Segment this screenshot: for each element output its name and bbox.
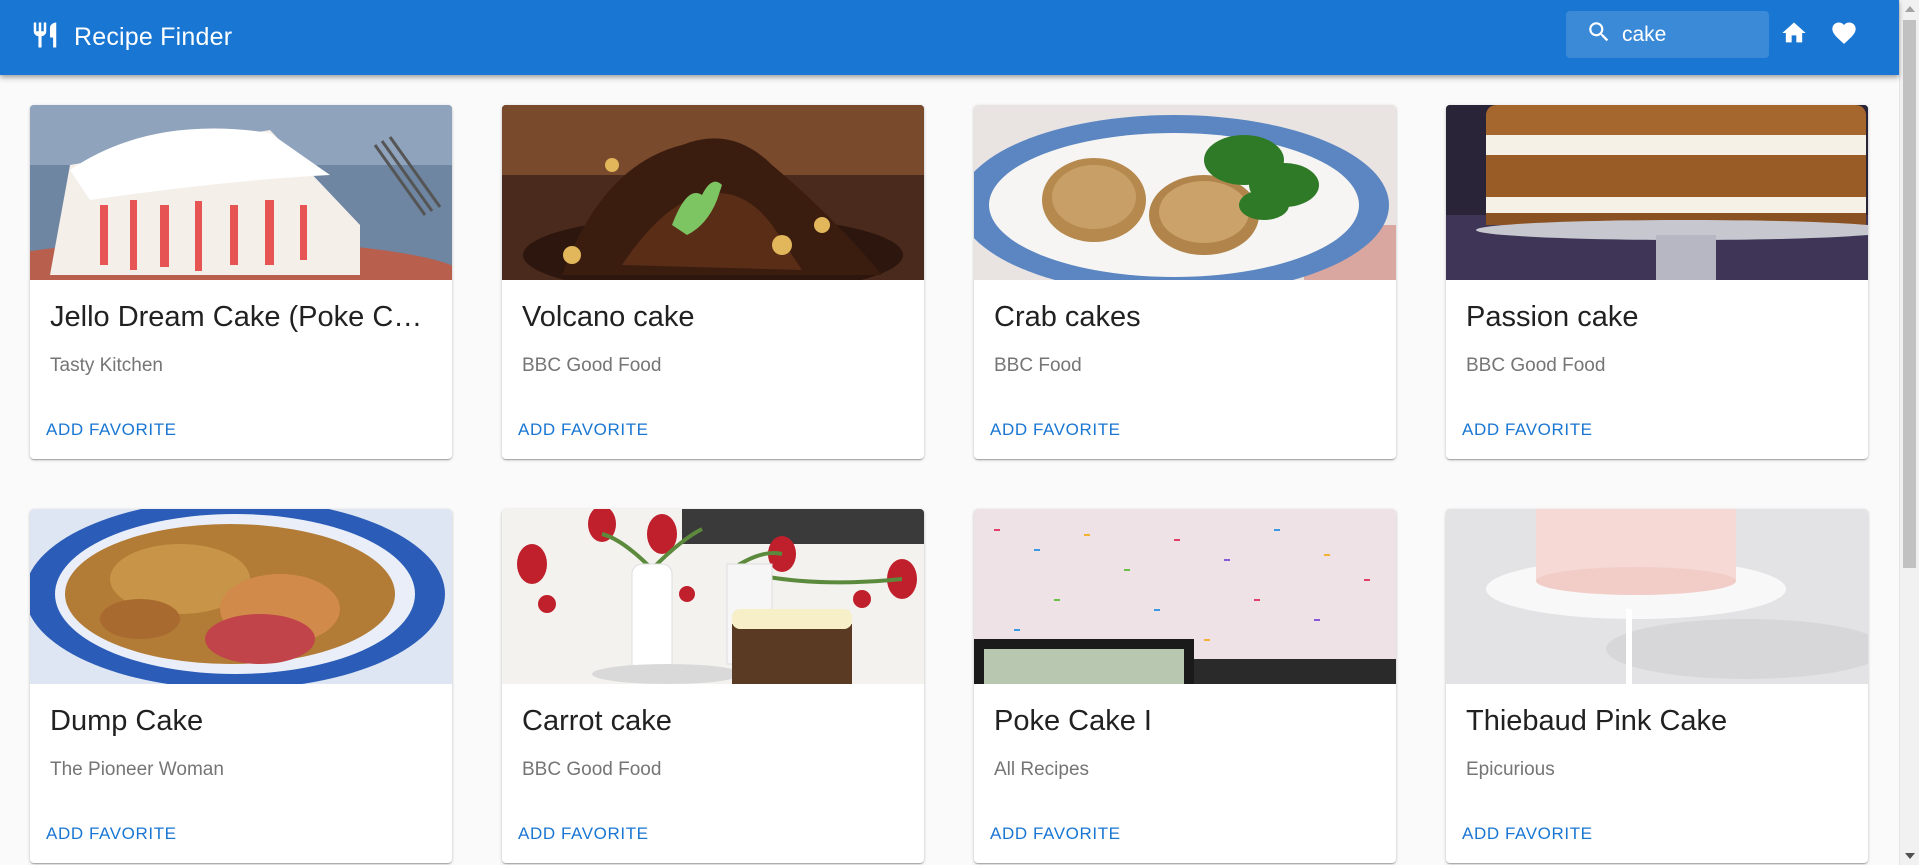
add-favorite-button[interactable]: ADD FAVORITE bbox=[1462, 822, 1593, 846]
recipe-image[interactable] bbox=[1446, 509, 1868, 684]
scroll-down-arrow-icon[interactable] bbox=[1905, 853, 1915, 859]
recipe-source: BBC Good Food bbox=[522, 355, 662, 376]
add-favorite-button[interactable]: ADD FAVORITE bbox=[990, 822, 1121, 846]
app-bar: Recipe Finder bbox=[0, 0, 1899, 75]
search-box[interactable] bbox=[1566, 11, 1769, 58]
search-input[interactable] bbox=[1622, 22, 1752, 47]
recipe-finder-app: Recipe Finder cake Jello Dream Cake (Pok… bbox=[0, 0, 1919, 865]
favorites-button[interactable] bbox=[1826, 17, 1862, 53]
recipe-title[interactable]: Crab cakes bbox=[994, 301, 1379, 334]
recipe-source: All Recipes bbox=[994, 759, 1090, 780]
recipe-card[interactable]: Poke Cake I All Recipes ADD FAVORITE bbox=[974, 509, 1396, 863]
recipe-image[interactable] bbox=[1446, 105, 1868, 280]
recipe-image[interactable] bbox=[974, 509, 1396, 684]
recipe-source: BBC Good Food bbox=[522, 759, 662, 780]
search-icon bbox=[1566, 19, 1612, 50]
recipe-image[interactable] bbox=[30, 105, 452, 280]
scroll-up-arrow-icon[interactable] bbox=[1905, 6, 1915, 12]
recipe-image[interactable] bbox=[502, 509, 924, 684]
add-favorite-button[interactable]: ADD FAVORITE bbox=[46, 822, 177, 846]
recipe-title[interactable]: Dump Cake bbox=[50, 705, 435, 738]
recipe-source: Tasty Kitchen bbox=[50, 355, 163, 376]
add-favorite-button[interactable]: ADD FAVORITE bbox=[1462, 418, 1593, 442]
recipe-title[interactable]: Carrot cake bbox=[522, 705, 907, 738]
add-favorite-button[interactable]: ADD FAVORITE bbox=[518, 822, 649, 846]
recipe-title[interactable]: Passion cake bbox=[1466, 301, 1851, 334]
recipe-card[interactable]: Thiebaud Pink Cake Epicurious ADD FAVORI… bbox=[1446, 509, 1868, 863]
home-button[interactable] bbox=[1776, 17, 1812, 53]
add-favorite-button[interactable]: ADD FAVORITE bbox=[990, 418, 1121, 442]
recipe-source: The Pioneer Woman bbox=[50, 759, 224, 780]
recipe-card[interactable]: Crab cakes BBC Food ADD FAVORITE bbox=[974, 105, 1396, 459]
recipe-source: BBC Good Food bbox=[1466, 355, 1606, 376]
recipe-source: Epicurious bbox=[1466, 759, 1555, 780]
recipe-title[interactable]: Thiebaud Pink Cake bbox=[1466, 705, 1851, 738]
recipe-card[interactable]: Volcano cake BBC Good Food ADD FAVORITE bbox=[502, 105, 924, 459]
recipe-card[interactable]: Carrot cake BBC Good Food ADD FAVORITE bbox=[502, 509, 924, 863]
recipe-card[interactable]: Passion cake BBC Good Food ADD FAVORITE bbox=[1446, 105, 1868, 459]
recipe-card[interactable]: Dump Cake The Pioneer Woman ADD FAVORITE bbox=[30, 509, 452, 863]
home-icon bbox=[1780, 19, 1808, 52]
scroll-thumb[interactable] bbox=[1903, 20, 1916, 568]
heart-icon bbox=[1830, 19, 1858, 52]
recipe-grid: Jello Dream Cake (Poke Cake) Tasty Kitch… bbox=[30, 105, 1870, 863]
restaurant-icon bbox=[30, 20, 60, 55]
recipe-card[interactable]: Jello Dream Cake (Poke Cake) Tasty Kitch… bbox=[30, 105, 452, 459]
recipe-source: BBC Food bbox=[994, 355, 1082, 376]
add-favorite-button[interactable]: ADD FAVORITE bbox=[46, 418, 177, 442]
brand: Recipe Finder bbox=[30, 0, 232, 75]
recipe-title[interactable]: Jello Dream Cake (Poke Cake) bbox=[50, 301, 435, 334]
recipe-title[interactable]: Volcano cake bbox=[522, 301, 907, 334]
add-favorite-button[interactable]: ADD FAVORITE bbox=[518, 418, 649, 442]
app-title: Recipe Finder bbox=[74, 23, 233, 51]
recipe-image[interactable] bbox=[502, 105, 924, 280]
page-scrollbar[interactable] bbox=[1899, 0, 1919, 865]
recipe-image[interactable] bbox=[30, 509, 452, 684]
recipe-image[interactable] bbox=[974, 105, 1396, 280]
recipe-title[interactable]: Poke Cake I bbox=[994, 705, 1379, 738]
